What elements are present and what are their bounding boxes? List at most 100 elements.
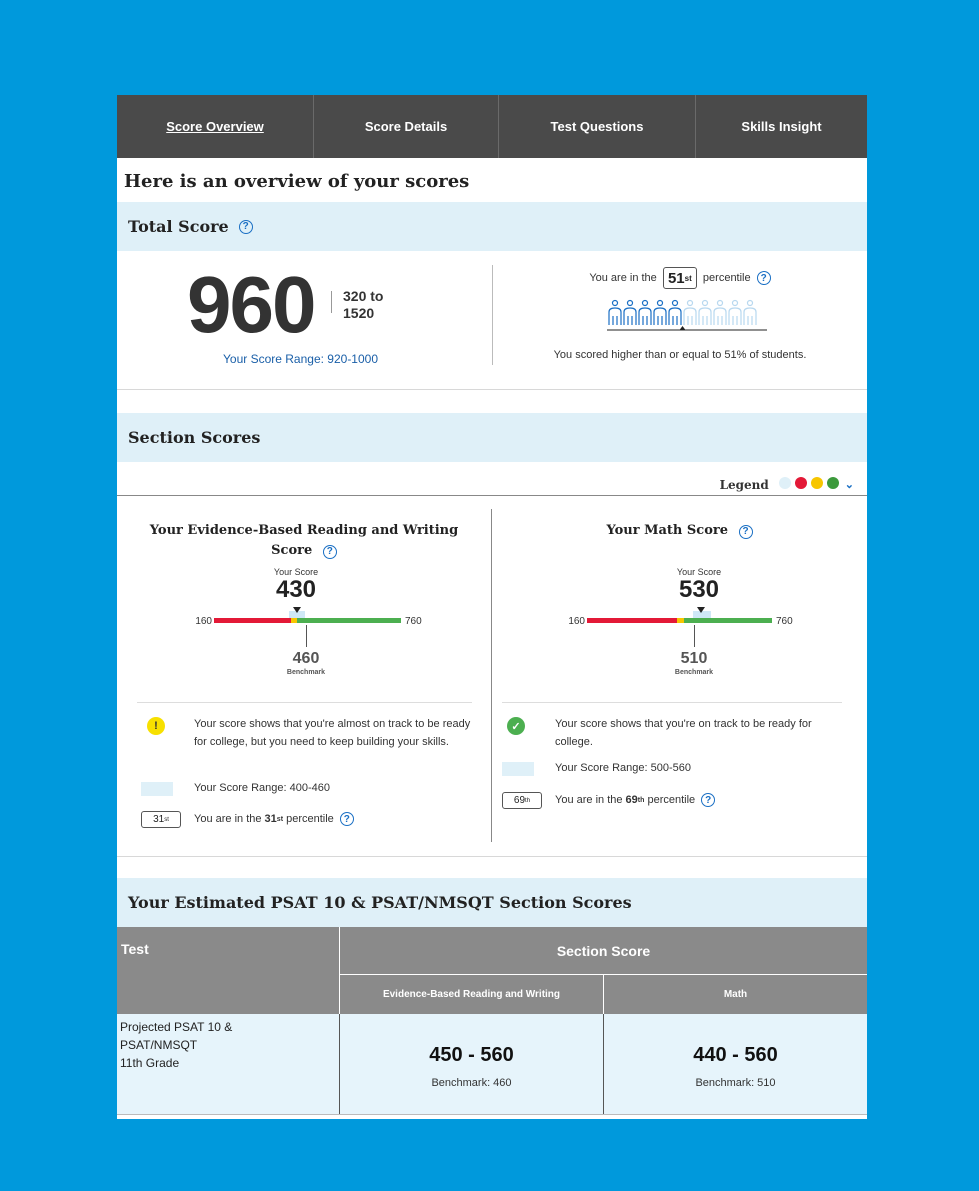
tab-score-overview[interactable]: Score Overview — [117, 95, 314, 158]
person-icon — [728, 299, 742, 325]
percentile-sup: st — [276, 815, 284, 823]
percentile-sup: th — [637, 796, 645, 804]
math-status-message: Your score shows that you're on track to… — [555, 718, 812, 748]
benchmark-line — [694, 625, 695, 647]
percentile-people-graphic — [607, 299, 767, 331]
math-title-text: Your Math Score — [606, 523, 728, 538]
psat-title: Your Estimated PSAT 10 & PSAT/NMSQT Sect… — [128, 893, 632, 912]
nav-tabs: Score Overview Score Details Test Questi… — [117, 95, 867, 158]
psat-math-score: 440 - 560 — [693, 1044, 778, 1066]
person-icon — [743, 299, 757, 325]
percentile-value: 31 — [264, 813, 277, 825]
benchmark-label: Benchmark — [286, 669, 326, 676]
math-score: 530 — [678, 576, 720, 603]
percentile-suffix: percentile — [647, 794, 696, 806]
tab-test-questions[interactable]: Test Questions — [499, 95, 696, 158]
math-percentile-line: You are in the 69th percentile ? — [555, 793, 716, 807]
ebrw-status-message: Your score shows that you're almost on t… — [194, 718, 471, 748]
section-scores-title: Section Scores — [128, 428, 261, 447]
legend-dot — [778, 477, 791, 489]
scale-min: 160 — [195, 616, 212, 627]
help-icon[interactable]: ? — [322, 545, 337, 559]
help-icon[interactable]: ? — [738, 525, 753, 539]
psat-ebrw-benchmark: Benchmark: 460 — [431, 1077, 512, 1089]
percentile-value: 69 — [625, 794, 638, 806]
score-marker-icon — [293, 607, 301, 613]
person-icon — [638, 299, 652, 325]
divider — [117, 856, 867, 857]
legend-toggle[interactable]: Legend ⌄ — [720, 477, 854, 492]
table-header-section: Section Score — [340, 927, 867, 974]
math-scale-green — [684, 618, 772, 623]
ebrw-score: 430 — [275, 576, 317, 603]
legend-dot — [810, 477, 823, 489]
ebrw-score-range: Your Score Range: 400-460 — [194, 782, 330, 794]
person-icon — [653, 299, 667, 325]
total-score-header: Total Score ? — [117, 202, 867, 251]
divider — [331, 291, 332, 313]
scale-min: 160 — [568, 616, 585, 627]
test-line2: PSAT/NMSQT — [120, 1038, 198, 1052]
math-benchmark: 510 — [680, 650, 708, 667]
person-icon — [608, 299, 622, 325]
percentile-sup: st — [684, 273, 692, 283]
total-score-title: Total Score — [128, 217, 229, 236]
ebrw-scale-green — [297, 618, 401, 623]
tab-label: Test Questions — [550, 119, 644, 134]
help-icon[interactable]: ? — [339, 812, 354, 826]
tab-label: Score Details — [364, 119, 448, 134]
badge-sup: th — [525, 797, 531, 804]
ebrw-percentile-badge: 31st — [141, 811, 181, 828]
scale-range-top: 320 to — [343, 288, 384, 304]
legend-dots — [775, 477, 839, 492]
badge-sup: st — [164, 816, 169, 823]
person-icon — [713, 299, 727, 325]
scale-max: 760 — [405, 616, 422, 627]
tab-skills-insight[interactable]: Skills Insight — [696, 95, 867, 158]
percentile-marker-icon — [679, 326, 686, 330]
total-percentile-note: You scored higher than or equal to 51% o… — [553, 349, 807, 361]
total-score-range: Your Score Range: 920-1000 — [223, 352, 379, 366]
score-report-panel: Score Overview Score Details Test Questi… — [117, 95, 867, 1119]
help-icon[interactable]: ? — [238, 219, 253, 234]
psat-header: Your Estimated PSAT 10 & PSAT/NMSQT Sect… — [117, 878, 867, 927]
scale-max: 760 — [776, 616, 793, 627]
warning-icon: ! — [147, 717, 165, 735]
percentile-suffix: percentile — [286, 813, 334, 825]
help-icon[interactable]: ? — [756, 271, 771, 285]
ebrw-benchmark: 460 — [292, 650, 320, 667]
percentile-prefix: You are in the — [589, 271, 657, 284]
divider — [117, 1114, 867, 1115]
table-header-test: Test — [117, 927, 339, 1014]
person-icon — [683, 299, 697, 325]
ebrw-title-line1: Your Evidence-Based Reading and Writing — [149, 523, 459, 538]
math-percentile-badge: 69th — [502, 792, 542, 809]
section-scores-header: Section Scores — [117, 413, 867, 462]
table-cell-test: Projected PSAT 10 & PSAT/NMSQT 11th Grad… — [120, 1018, 232, 1072]
math-scale-red — [587, 618, 677, 623]
help-icon[interactable]: ? — [701, 793, 716, 807]
header-label: Test — [121, 941, 149, 957]
total-score-scale: 320 to 1520 — [343, 288, 383, 322]
ebrw-percentile-line: You are in the 31st percentile ? — [194, 812, 354, 826]
percentile-suffix: percentile — [702, 271, 751, 284]
table-header-ebrw: Evidence-Based Reading and Writing — [340, 975, 603, 1014]
divider — [502, 702, 842, 703]
header-label: Section Score — [556, 942, 651, 959]
scale-range-bottom: 1520 — [343, 305, 375, 321]
tab-score-details[interactable]: Score Details — [314, 95, 499, 158]
score-range-swatch — [502, 762, 534, 776]
divider — [117, 389, 867, 390]
percentile-value: 51 — [667, 269, 685, 287]
person-icon — [698, 299, 712, 325]
math-title: Your Math Score ? — [492, 521, 867, 541]
ebrw-title-line2: Score — [271, 543, 313, 558]
ebrw-title: Your Evidence-Based Reading and Writing … — [117, 521, 491, 561]
psat-math-benchmark: Benchmark: 510 — [695, 1077, 776, 1089]
person-icon — [668, 299, 682, 325]
benchmark-line — [306, 625, 307, 647]
score-marker-icon — [697, 607, 705, 613]
score-range-swatch — [141, 782, 173, 796]
table-header-math: Math — [604, 975, 867, 1014]
badge-value: 31 — [153, 814, 165, 825]
